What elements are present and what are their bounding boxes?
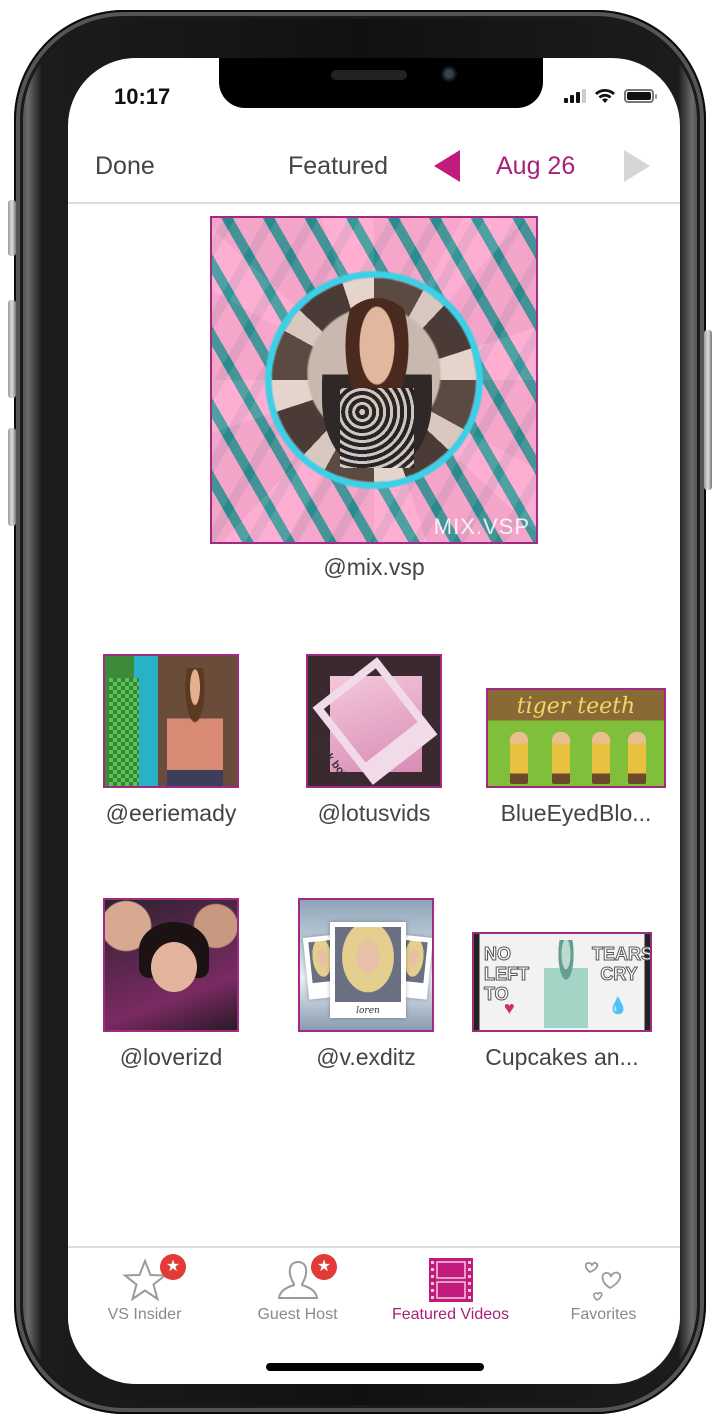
thumbnail-art	[552, 732, 570, 784]
current-date: Aug 26	[496, 152, 576, 180]
status-icons	[564, 88, 657, 104]
thumbnail-art	[167, 668, 223, 786]
featured-video-thumbnail[interactable]: MIX.VSP	[210, 216, 538, 544]
thumbnail-art	[151, 942, 197, 992]
signal-icon	[564, 89, 586, 103]
tab-favorites[interactable]: Favorites	[527, 1248, 680, 1338]
video-thumbnail[interactable]: NO LEFT TO TEARS CRY ♥ 💧	[472, 932, 652, 1032]
video-thumbnail[interactable]: tiger teeth	[486, 688, 666, 788]
volume-down-button	[8, 428, 16, 526]
tab-vs-insider[interactable]: ★ VS Insider	[68, 1248, 221, 1338]
thumbnail-art	[592, 732, 610, 784]
power-button	[704, 330, 712, 490]
tab-label: VS Insider	[107, 1306, 182, 1323]
star-badge-icon: ★	[160, 1254, 186, 1280]
video-thumbnail[interactable]	[103, 898, 239, 1032]
speaker-grille	[331, 70, 407, 80]
done-button[interactable]: Done	[95, 152, 155, 181]
video-thumbnail[interactable]: rock bottom	[306, 654, 442, 788]
video-caption[interactable]: BlueEyedBlo...	[466, 800, 680, 827]
thumbnail-art: loren	[330, 922, 406, 1018]
screen: 10:17 Done Featured Aug 26 MIX.VSP @mix.…	[68, 58, 680, 1384]
thumbnail-art	[510, 732, 528, 784]
battery-icon	[624, 89, 657, 103]
thumbnail-art	[544, 940, 588, 1028]
status-time: 10:17	[114, 84, 171, 109]
thumbnail-art	[628, 732, 646, 784]
featured-video-caption[interactable]: @mix.vsp	[210, 554, 538, 581]
video-caption[interactable]: @eeriemady	[81, 800, 261, 827]
teardrops-icon: 💧	[608, 998, 628, 1015]
tab-label: Favorites	[570, 1306, 637, 1323]
tab-guest-host[interactable]: ★ Guest Host	[221, 1248, 374, 1338]
video-caption[interactable]: @lotusvids	[284, 800, 464, 827]
star-badge-icon: ★	[311, 1254, 337, 1280]
video-thumbnail[interactable]	[103, 654, 239, 788]
video-thumbnail[interactable]: loren	[298, 898, 434, 1032]
thumbnail-text: NO LEFT TO	[484, 944, 530, 1005]
wifi-icon	[595, 89, 615, 103]
front-camera	[441, 66, 457, 82]
thumbnail-text: tiger teeth	[516, 694, 636, 719]
film-strip-icon	[428, 1258, 473, 1302]
video-caption[interactable]: @v.exditz	[276, 1044, 456, 1071]
previous-date-button[interactable]	[434, 150, 460, 182]
notch	[219, 58, 543, 108]
tab-bar: ★ VS Insider ★ Guest Host Featured Video…	[68, 1246, 680, 1338]
nav-title: Featured	[288, 152, 389, 180]
thumbnail-art	[109, 678, 139, 786]
heart-icon: ♥	[504, 998, 515, 1018]
featured-watermark: MIX.VSP	[433, 514, 530, 539]
thumbnail-text: loren	[356, 1006, 380, 1016]
tab-label: Featured Videos	[391, 1306, 510, 1323]
mute-switch	[8, 200, 16, 256]
phone-frame: 10:17 Done Featured Aug 26 MIX.VSP @mix.…	[8, 10, 712, 1414]
featured-thumbnail-subject	[322, 298, 432, 468]
video-caption[interactable]: @loverizd	[81, 1044, 261, 1071]
tab-featured-videos[interactable]: Featured Videos	[374, 1248, 527, 1338]
video-caption[interactable]: Cupcakes an...	[452, 1044, 672, 1071]
thumbnail-text: TEARS CRY	[592, 944, 652, 985]
hearts-icon	[584, 1261, 621, 1301]
nav-bar: Done Featured Aug 26	[68, 128, 680, 204]
next-date-button[interactable]	[624, 150, 650, 182]
volume-up-button	[8, 300, 16, 398]
tab-label: Guest Host	[257, 1306, 338, 1323]
home-indicator[interactable]	[266, 1363, 484, 1371]
